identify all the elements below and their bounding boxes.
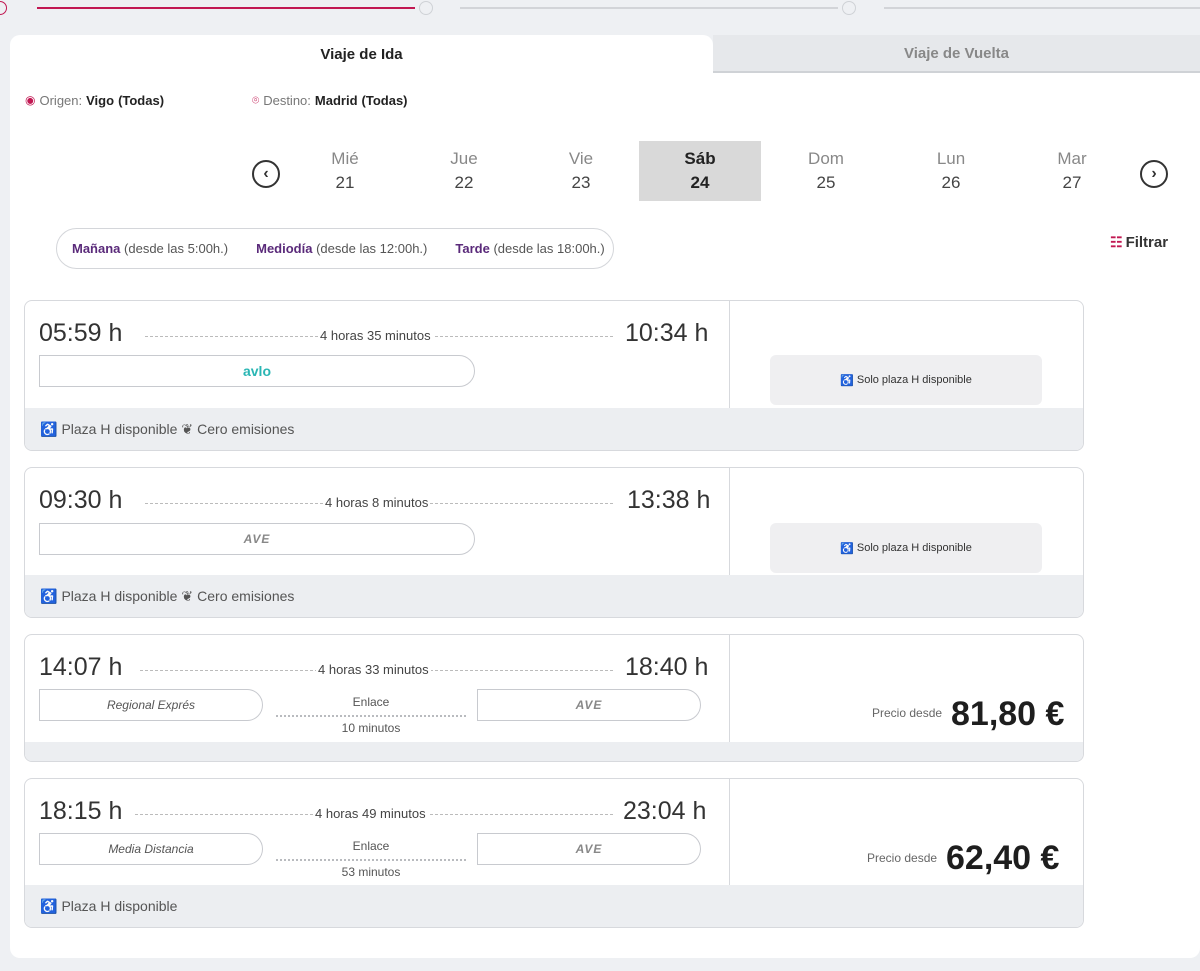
wheelchair-icon: ♿ <box>840 542 854 555</box>
tab-viaje-vuelta[interactable]: Viaje de Vuelta <box>713 35 1200 73</box>
step-3-line <box>884 7 1200 9</box>
trip-card[interactable]: 18:15 h 4 horas 49 minutos 23:04 h Media… <box>24 778 1084 928</box>
origin-icon: ◉ <box>25 93 36 107</box>
date-option[interactable]: Vie 23 <box>520 141 642 201</box>
date-option[interactable]: Jue 22 <box>403 141 525 201</box>
step-1-line <box>37 7 415 9</box>
origin-info: ◉ Origen: Vigo (Todas) <box>25 91 164 109</box>
connection-line <box>276 859 466 861</box>
trip-duration: 4 horas 35 minutos <box>318 328 433 343</box>
trip-duration: 4 horas 49 minutos <box>313 806 428 821</box>
location-pin-icon: ⌾ <box>252 92 260 107</box>
tab-viaje-ida[interactable]: Viaje de Ida <box>10 35 713 73</box>
leaf-icon: ❦ <box>181 587 194 604</box>
departure-time: 14:07 h <box>39 653 123 681</box>
trip-duration: 4 horas 8 minutos <box>323 495 431 510</box>
trip-footer: ♿ Plaza H disponible ❦ Cero emisiones <box>25 575 1083 617</box>
trip-footer: ♿ Plaza H disponible ❦ Cero emisiones <box>25 408 1083 450</box>
connection-info: Enlace 53 minutos <box>276 839 466 879</box>
destination-city: Madrid <box>314 92 358 108</box>
next-dates-button[interactable]: › <box>1140 160 1168 188</box>
divider <box>729 779 730 887</box>
departure-time: 18:15 h <box>39 797 123 825</box>
price-label: Precio desde <box>867 851 938 865</box>
trip-card[interactable]: 14:07 h 4 horas 33 minutos 18:40 h Regio… <box>24 634 1084 762</box>
sliders-icon: ☷ <box>1110 234 1123 250</box>
availability-status: ♿ Solo plaza H disponible <box>770 523 1042 573</box>
train-type-badge: AVE <box>477 833 701 865</box>
destination-label: Destino: <box>263 92 311 108</box>
date-option-selected[interactable]: Sáb 24 <box>639 141 761 201</box>
date-option[interactable]: Lun 26 <box>890 141 1012 201</box>
step-1-indicator <box>0 1 7 15</box>
wheelchair-icon: ♿ <box>840 374 854 387</box>
trip-card[interactable]: 09:30 h 4 horas 8 minutos 13:38 h AVE ♿ S… <box>24 467 1084 618</box>
destination-all: (Todas) <box>361 92 408 108</box>
arrival-time: 13:38 h <box>627 486 711 514</box>
chevron-left-icon: ‹ <box>263 165 269 182</box>
date-option[interactable]: Mié 21 <box>284 141 406 201</box>
wheelchair-icon: ♿ <box>40 897 58 914</box>
filter-tarde[interactable]: Tarde (desde las 18:00h.) <box>455 241 604 256</box>
wheelchair-icon: ♿ <box>40 420 58 437</box>
time-of-day-filter: Mañana (desde las 5:00h.) Mediodía (desd… <box>56 228 614 269</box>
availability-status: ♿ Solo plaza H disponible <box>770 355 1042 405</box>
train-type-badge: Media Distancia <box>39 833 263 865</box>
origin-city: Vigo <box>86 92 115 108</box>
divider <box>729 468 730 577</box>
train-type-badge: AVE <box>477 689 701 721</box>
wheelchair-icon: ♿ <box>40 587 58 604</box>
step-2-line <box>460 7 838 9</box>
trip-card[interactable]: 05:59 h 4 horas 35 minutos 10:34 h avlo … <box>24 300 1084 451</box>
date-option[interactable]: Dom 25 <box>765 141 887 201</box>
destination-info: ⌾ Destino: Madrid (Todas) <box>252 91 408 109</box>
train-type-badge: Regional Exprés <box>39 689 263 721</box>
arrival-time: 18:40 h <box>625 653 709 681</box>
step-3-indicator <box>842 1 856 15</box>
filter-button[interactable]: ☷ Filtrar <box>1110 234 1168 251</box>
departure-time: 05:59 h <box>39 319 123 347</box>
price-label: Precio desde <box>872 706 943 720</box>
origin-all: (Todas) <box>118 92 165 108</box>
progress-steps <box>0 0 1200 20</box>
connection-info: Enlace 10 minutos <box>276 695 466 735</box>
connection-line <box>276 715 466 717</box>
train-type-badge: avlo <box>39 355 475 387</box>
price-value[interactable]: 81,80 € <box>951 695 1064 734</box>
divider <box>729 635 730 743</box>
prev-dates-button[interactable]: ‹ <box>252 160 280 188</box>
origin-label: Origen: <box>39 92 83 108</box>
train-type-badge: AVE <box>39 523 475 555</box>
trip-footer: ♿ Plaza H disponible <box>25 885 1083 927</box>
filter-mediodia[interactable]: Mediodía (desde las 12:00h.) <box>256 241 427 256</box>
leaf-icon: ❦ <box>181 420 194 437</box>
trip-footer <box>25 742 1083 761</box>
departure-time: 09:30 h <box>39 486 123 514</box>
trip-duration: 4 horas 33 minutos <box>316 662 431 677</box>
divider <box>729 301 730 409</box>
date-option[interactable]: Mar 27 <box>1011 141 1133 201</box>
step-2-indicator <box>419 1 433 15</box>
chevron-right-icon: › <box>1151 165 1157 182</box>
arrival-time: 23:04 h <box>623 797 707 825</box>
price-value[interactable]: 62,40 € <box>946 839 1059 878</box>
filter-manana[interactable]: Mañana (desde las 5:00h.) <box>72 241 228 256</box>
arrival-time: 10:34 h <box>625 319 709 347</box>
